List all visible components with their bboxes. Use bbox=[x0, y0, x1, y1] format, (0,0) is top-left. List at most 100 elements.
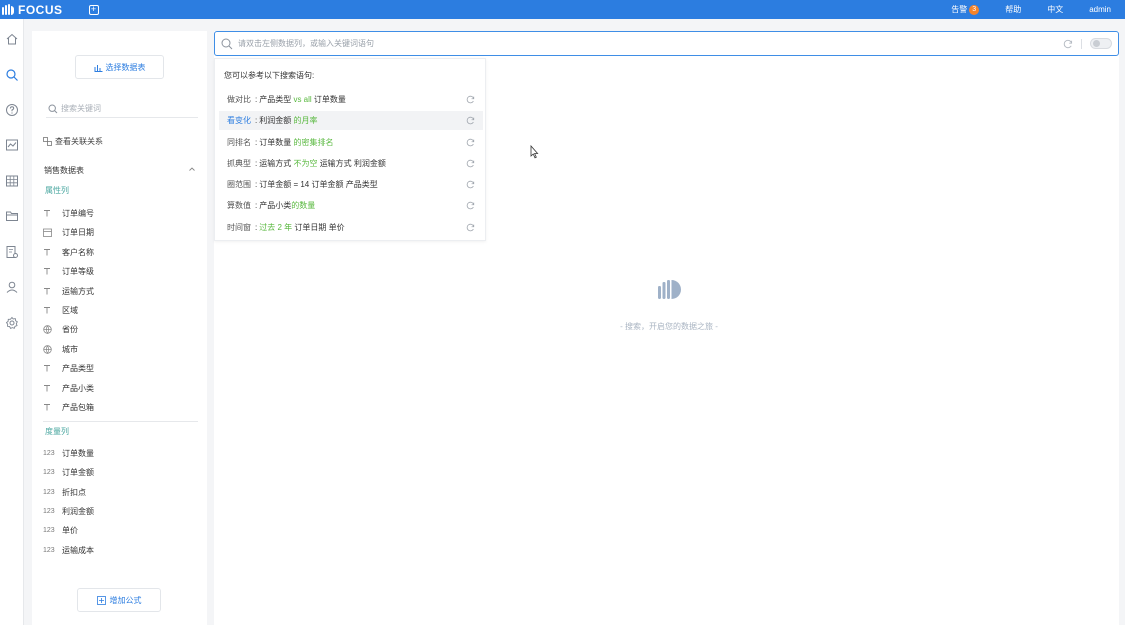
attribute-field-item[interactable]: 产品类型 bbox=[43, 362, 94, 374]
suggestion-category: 同排名 bbox=[227, 138, 251, 147]
top-bar: FOCUS + 告警 3 帮助 中文 admin bbox=[0, 0, 1125, 19]
measure-field-item[interactable]: 123 订单金额 bbox=[43, 466, 94, 478]
search-icon bbox=[221, 38, 233, 49]
suggestion-dropdown: 您可以参考以下搜索语句: 做对比: 产品类型 vs all 订单数量 看变化: 利润金… bbox=[214, 58, 486, 241]
user-menu[interactable]: admin bbox=[1089, 5, 1111, 14]
refresh-icon[interactable] bbox=[466, 201, 475, 212]
attribute-field-item[interactable]: 订单日期 bbox=[43, 226, 94, 238]
logo-mark-icon bbox=[2, 3, 14, 16]
suggestion-column: 产品类型 bbox=[259, 95, 292, 104]
data-settings-icon[interactable] bbox=[5, 245, 19, 259]
text-type-icon bbox=[43, 209, 57, 217]
suggestion-item[interactable]: 算数值: 产品小类 的数量 bbox=[219, 196, 483, 215]
suggestion-category: 圈范围 bbox=[227, 180, 251, 189]
add-formula-button[interactable]: 增加公式 bbox=[77, 588, 161, 612]
field-name: 订单等级 bbox=[62, 266, 94, 276]
suggestion-column: 订单日期 单价 bbox=[294, 223, 345, 232]
data-panel: 选择数据表 搜索关键词 查看关联关系 销售数据表 属性列 订单编号 订单日期 客户名… bbox=[32, 31, 207, 625]
alerts-count-badge: 3 bbox=[969, 4, 980, 15]
text-type-icon bbox=[43, 403, 57, 411]
text-type-icon bbox=[43, 364, 57, 372]
search-bar[interactable]: 请双击左侧数据列，或输入关键词语句 bbox=[214, 31, 1119, 56]
mouse-cursor-icon bbox=[530, 145, 539, 159]
measure-section-label: 度量列 bbox=[45, 427, 69, 436]
search-icon[interactable] bbox=[5, 68, 19, 82]
field-name: 产品包箱 bbox=[62, 402, 94, 412]
suggestion-keyword: 的月 bbox=[291, 116, 310, 125]
nav-rail bbox=[0, 19, 24, 625]
measure-field-item[interactable]: 123 折扣点 bbox=[43, 486, 86, 498]
help-button[interactable]: 帮助 bbox=[1005, 4, 1021, 15]
refresh-icon[interactable] bbox=[466, 159, 475, 170]
refresh-icon[interactable] bbox=[1063, 39, 1073, 49]
attribute-field-item[interactable]: 运输方式 bbox=[43, 285, 94, 297]
refresh-icon[interactable] bbox=[466, 180, 475, 191]
select-data-table-button[interactable]: 选择数据表 bbox=[75, 55, 164, 79]
field-name: 产品类型 bbox=[62, 363, 94, 373]
measure-field-item[interactable]: 123 订单数量 bbox=[43, 447, 94, 459]
gear-icon[interactable] bbox=[5, 316, 19, 330]
logo[interactable]: FOCUS bbox=[0, 0, 63, 19]
field-name: 利润金额 bbox=[62, 506, 94, 516]
table-icon[interactable] bbox=[5, 174, 19, 188]
suggestion-item[interactable]: 时间窗: 过去 2 年 订单日期 单价 bbox=[219, 218, 483, 237]
field-name: 订单数量 bbox=[62, 448, 94, 458]
suggestion-item[interactable]: 圈范围: 订单金额 = 14 订单金额 产品类型 bbox=[219, 175, 483, 194]
separator bbox=[1081, 38, 1082, 49]
refresh-icon[interactable] bbox=[466, 116, 475, 127]
search-icon bbox=[48, 103, 58, 113]
table-group-header[interactable]: 销售数据表 bbox=[44, 165, 196, 176]
plus-square-icon bbox=[96, 595, 106, 605]
folder-icon[interactable] bbox=[5, 209, 19, 223]
search-bar-tools bbox=[1063, 38, 1112, 49]
suggestion-item[interactable]: 抓典型: 运输方式 不为空 运输方式 利润金额 bbox=[219, 154, 483, 173]
field-name: 区域 bbox=[62, 305, 78, 315]
field-name: 单价 bbox=[62, 525, 78, 535]
attribute-field-item[interactable]: 客户名称 bbox=[43, 246, 94, 258]
suggestion-column: 产品小类 bbox=[259, 201, 292, 210]
chevron-up-icon bbox=[189, 167, 195, 171]
focus-logo-icon bbox=[658, 280, 681, 299]
attribute-field-item[interactable]: 产品包箱 bbox=[43, 401, 94, 413]
new-tab-button[interactable]: + bbox=[88, 4, 99, 15]
suggestion-item[interactable]: 同排名: 订单数量 的密集排名 bbox=[219, 133, 483, 152]
attribute-field-item[interactable]: 订单等级 bbox=[43, 265, 94, 277]
attribute-field-item[interactable]: 产品小类 bbox=[43, 382, 94, 394]
field-name: 运输方式 bbox=[62, 286, 94, 296]
relation-icon bbox=[43, 137, 52, 146]
language-button[interactable]: 中文 bbox=[1047, 4, 1063, 15]
measure-field-item[interactable]: 123 单价 bbox=[43, 524, 78, 536]
user-icon[interactable] bbox=[5, 280, 19, 294]
attribute-field-item[interactable]: 订单编号 bbox=[43, 207, 94, 219]
attribute-field-item[interactable]: 区域 bbox=[43, 304, 78, 316]
suggestion-category: 算数值 bbox=[227, 201, 251, 210]
suggestion-keyword: vs all bbox=[291, 95, 314, 104]
suggestion-column: 订单金额 = 14 订单金额 产品类型 bbox=[259, 180, 378, 189]
colon: : bbox=[255, 201, 258, 210]
help-icon[interactable] bbox=[5, 103, 19, 117]
colon: : bbox=[255, 223, 258, 232]
measure-field-item[interactable]: 123 利润金额 bbox=[43, 505, 94, 517]
colon: : bbox=[255, 95, 258, 104]
alerts-label: 告警 bbox=[951, 5, 968, 14]
view-relations-label: 查看关联关系 bbox=[55, 137, 103, 146]
suggestion-item[interactable]: 做对比: 产品类型 vs all 订单数量 bbox=[219, 90, 483, 109]
number-type-icon: 123 bbox=[43, 526, 55, 534]
suggestion-column: 运输方式 利润金额 bbox=[319, 159, 386, 168]
field-name: 客户名称 bbox=[62, 247, 94, 257]
bar-chart-icon bbox=[94, 64, 102, 72]
empty-state bbox=[619, 277, 719, 305]
view-relations-link[interactable]: 查看关联关系 bbox=[43, 136, 103, 147]
field-search-input[interactable]: 搜索关键词 bbox=[46, 100, 198, 118]
attribute-field-item[interactable]: 省份 bbox=[43, 323, 78, 335]
home-icon[interactable] bbox=[5, 32, 19, 46]
refresh-icon[interactable] bbox=[466, 138, 475, 149]
alerts-button[interactable]: 告警 3 bbox=[951, 4, 980, 15]
suggestion-item[interactable]: 看变化: 利润金额 的月率 bbox=[219, 111, 483, 130]
attribute-field-item[interactable]: 城市 bbox=[43, 343, 78, 355]
mode-toggle[interactable] bbox=[1090, 38, 1112, 49]
refresh-icon[interactable] bbox=[466, 95, 475, 106]
measure-field-item[interactable]: 123 运输成本 bbox=[43, 544, 94, 556]
refresh-icon[interactable] bbox=[466, 223, 475, 234]
dashboard-icon[interactable] bbox=[5, 138, 19, 152]
